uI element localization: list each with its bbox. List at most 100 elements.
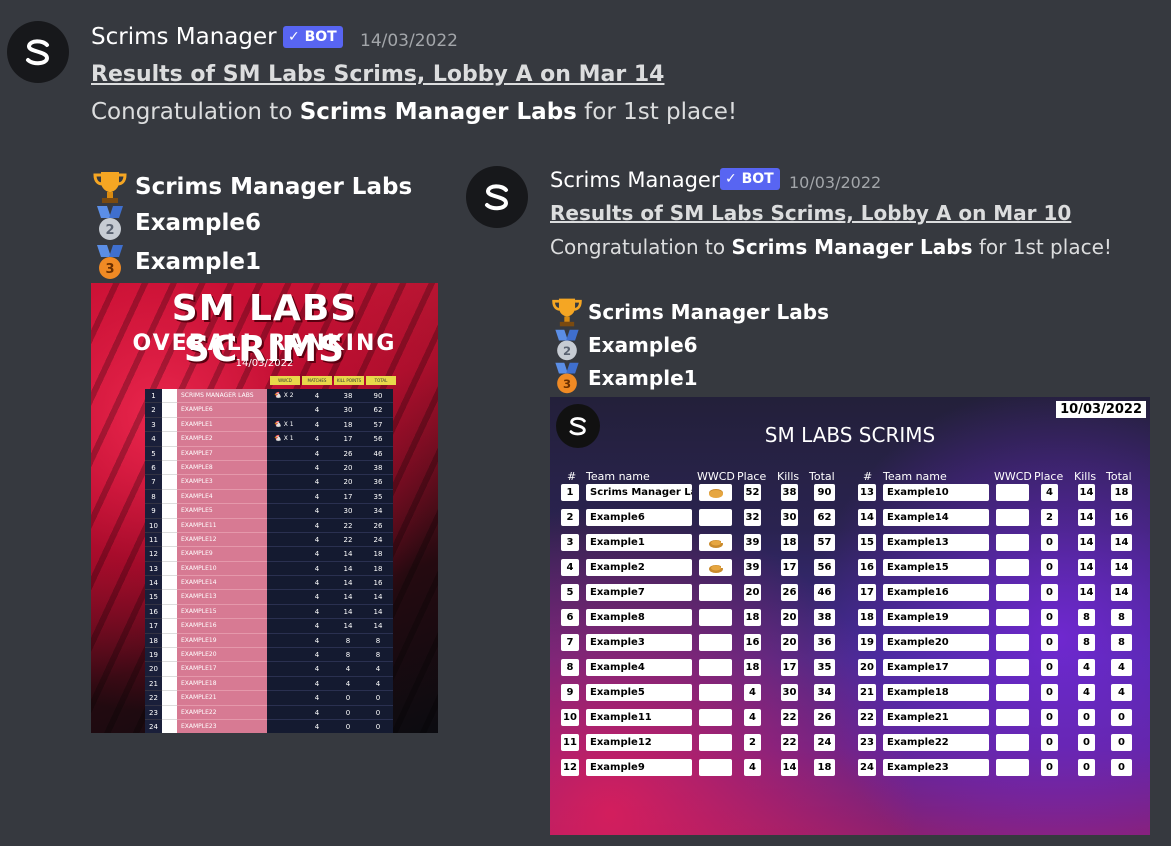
row-number: 4 bbox=[561, 559, 579, 576]
rank-cell: 14 bbox=[145, 576, 162, 591]
results-image[interactable]: 10/03/2022 SM LABS SCRIMS # Team name WW… bbox=[550, 397, 1150, 835]
col-header-total: Total bbox=[1106, 470, 1132, 483]
kills-field: 14 bbox=[1078, 484, 1095, 501]
kills-field: 0 bbox=[1078, 709, 1095, 726]
kills-field: 14 bbox=[1078, 559, 1095, 576]
matches-cell: 4 bbox=[301, 432, 333, 447]
ranking-row: 22 EXAMPLE21 4 0 0 bbox=[145, 691, 395, 706]
wwcd-field bbox=[699, 559, 732, 576]
wwcd-field bbox=[699, 509, 732, 526]
spacer-cell bbox=[162, 619, 177, 634]
team-name-cell: EXAMPLE18 bbox=[177, 676, 267, 692]
rank-cell: 7 bbox=[145, 475, 162, 490]
spacer-cell bbox=[162, 532, 177, 548]
ranking-row: 2 EXAMPLE6 4 30 62 bbox=[145, 403, 395, 418]
team-name-field: Example22 bbox=[883, 734, 989, 751]
rank-cell: 19 bbox=[145, 648, 162, 663]
results-title-link[interactable]: Results of SM Labs Scrims, Lobby A on Ma… bbox=[91, 62, 664, 87]
matches-cell: 4 bbox=[301, 604, 333, 620]
kill-points-cell: 8 bbox=[333, 648, 363, 663]
place-field: 2 bbox=[1041, 509, 1058, 526]
chicken-dinner-icon bbox=[708, 538, 723, 548]
team-name-cell: EXAMPLE4 bbox=[177, 489, 267, 505]
results-title-link[interactable]: Results of SM Labs Scrims, Lobby A on Ma… bbox=[550, 201, 1071, 225]
place-field: 20 bbox=[744, 584, 761, 601]
podium-first: Scrims Manager Labs bbox=[550, 295, 829, 329]
total-field: 14 bbox=[1111, 559, 1132, 576]
medal-number-2: 2 bbox=[105, 223, 114, 238]
team-name-cell: EXAMPLE9 bbox=[177, 547, 267, 562]
total-cell: 18 bbox=[363, 561, 393, 577]
rank-cell: 16 bbox=[145, 604, 162, 620]
rank-cell: 18 bbox=[145, 633, 162, 649]
spacer-cell bbox=[162, 576, 177, 591]
row-number: 9 bbox=[561, 684, 579, 701]
ranking-header: WWCD MATCHES KILL POINTS TOTAL bbox=[270, 376, 398, 385]
spacer-cell bbox=[162, 648, 177, 663]
total-field: 4 bbox=[1111, 684, 1132, 701]
col-header-wwcd: WWCD bbox=[994, 470, 1032, 483]
spacer-cell bbox=[162, 633, 177, 649]
place-field: 16 bbox=[744, 634, 761, 651]
total-field: 56 bbox=[814, 559, 835, 576]
ranking-row: 20 EXAMPLE17 4 4 4 bbox=[145, 662, 395, 677]
row-number: 10 bbox=[561, 709, 579, 726]
kill-points-cell: 18 bbox=[333, 417, 363, 433]
col-header-team: Team name bbox=[586, 470, 650, 483]
kills-field: 4 bbox=[1078, 684, 1095, 701]
wwcd-cell bbox=[267, 590, 301, 605]
team-name-cell: EXAMPLE2 bbox=[177, 432, 267, 447]
username[interactable]: Scrims Manager bbox=[91, 24, 277, 50]
team-name-field: Example5 bbox=[586, 684, 692, 701]
podium-second-name: Example6 bbox=[135, 210, 261, 236]
chicken-dinner-icon bbox=[708, 563, 723, 573]
place-field: 0 bbox=[1041, 659, 1058, 676]
row-number: 24 bbox=[858, 759, 876, 776]
ranking-row: 15 EXAMPLE13 4 14 14 bbox=[145, 590, 395, 605]
team-name-field: Example10 bbox=[883, 484, 989, 501]
team-name-field: Example7 bbox=[586, 584, 692, 601]
matches-cell: 4 bbox=[301, 403, 333, 418]
col-header-kills: Kills bbox=[1074, 470, 1097, 483]
ranking-row: 21 EXAMPLE18 4 4 4 bbox=[145, 676, 395, 692]
congrats-text: Congratulation to Scrims Manager Labs fo… bbox=[91, 99, 737, 125]
team-name-field: Example13 bbox=[883, 534, 989, 551]
total-cell: 36 bbox=[363, 475, 393, 490]
total-cell: 14 bbox=[363, 619, 393, 634]
place-field: 0 bbox=[1041, 684, 1058, 701]
matches-cell: 4 bbox=[301, 504, 333, 519]
kills-field: 17 bbox=[781, 659, 798, 676]
wwcd-field bbox=[699, 684, 732, 701]
kills-field: 14 bbox=[1078, 534, 1095, 551]
spacer-cell bbox=[162, 504, 177, 519]
row-number: 5 bbox=[561, 584, 579, 601]
matches-cell: 4 bbox=[301, 648, 333, 663]
team-name-field: Example18 bbox=[883, 684, 989, 701]
total-field: 62 bbox=[814, 509, 835, 526]
wwcd-field bbox=[996, 559, 1029, 576]
kills-field: 22 bbox=[781, 709, 798, 726]
kill-points-cell: 0 bbox=[333, 719, 363, 733]
username[interactable]: Scrims Manager bbox=[550, 168, 719, 192]
spacer-cell bbox=[162, 518, 177, 533]
total-field: 34 bbox=[814, 684, 835, 701]
rank-cell: 6 bbox=[145, 460, 162, 476]
team-name-field: Example12 bbox=[586, 734, 692, 751]
ranking-row: 1 SCRIMS MANAGER LABS 🐔 X 2 4 38 90 bbox=[145, 389, 395, 404]
overall-ranking-image[interactable]: SM LABS SCRIMS OVERALL RANKING 14/03/202… bbox=[91, 283, 438, 733]
place-field: 0 bbox=[1041, 559, 1058, 576]
team-name-cell: EXAMPLE14 bbox=[177, 576, 267, 591]
row-number: 2 bbox=[561, 509, 579, 526]
place-field: 4 bbox=[744, 709, 761, 726]
podium-third: 3 Example1 bbox=[91, 243, 261, 281]
bot-avatar[interactable] bbox=[466, 166, 528, 228]
kills-field: 8 bbox=[1078, 609, 1095, 626]
bot-tag: ✓ BOT bbox=[283, 26, 343, 48]
ranking-row: 13 EXAMPLE10 4 14 18 bbox=[145, 561, 395, 577]
total-cell: 34 bbox=[363, 504, 393, 519]
rank-cell: 24 bbox=[145, 719, 162, 733]
ranking-row: 11 EXAMPLE12 4 22 24 bbox=[145, 532, 395, 548]
bot-avatar[interactable] bbox=[7, 21, 69, 83]
ranking-row: 6 EXAMPLE8 4 20 38 bbox=[145, 460, 395, 476]
matches-cell: 4 bbox=[301, 576, 333, 591]
